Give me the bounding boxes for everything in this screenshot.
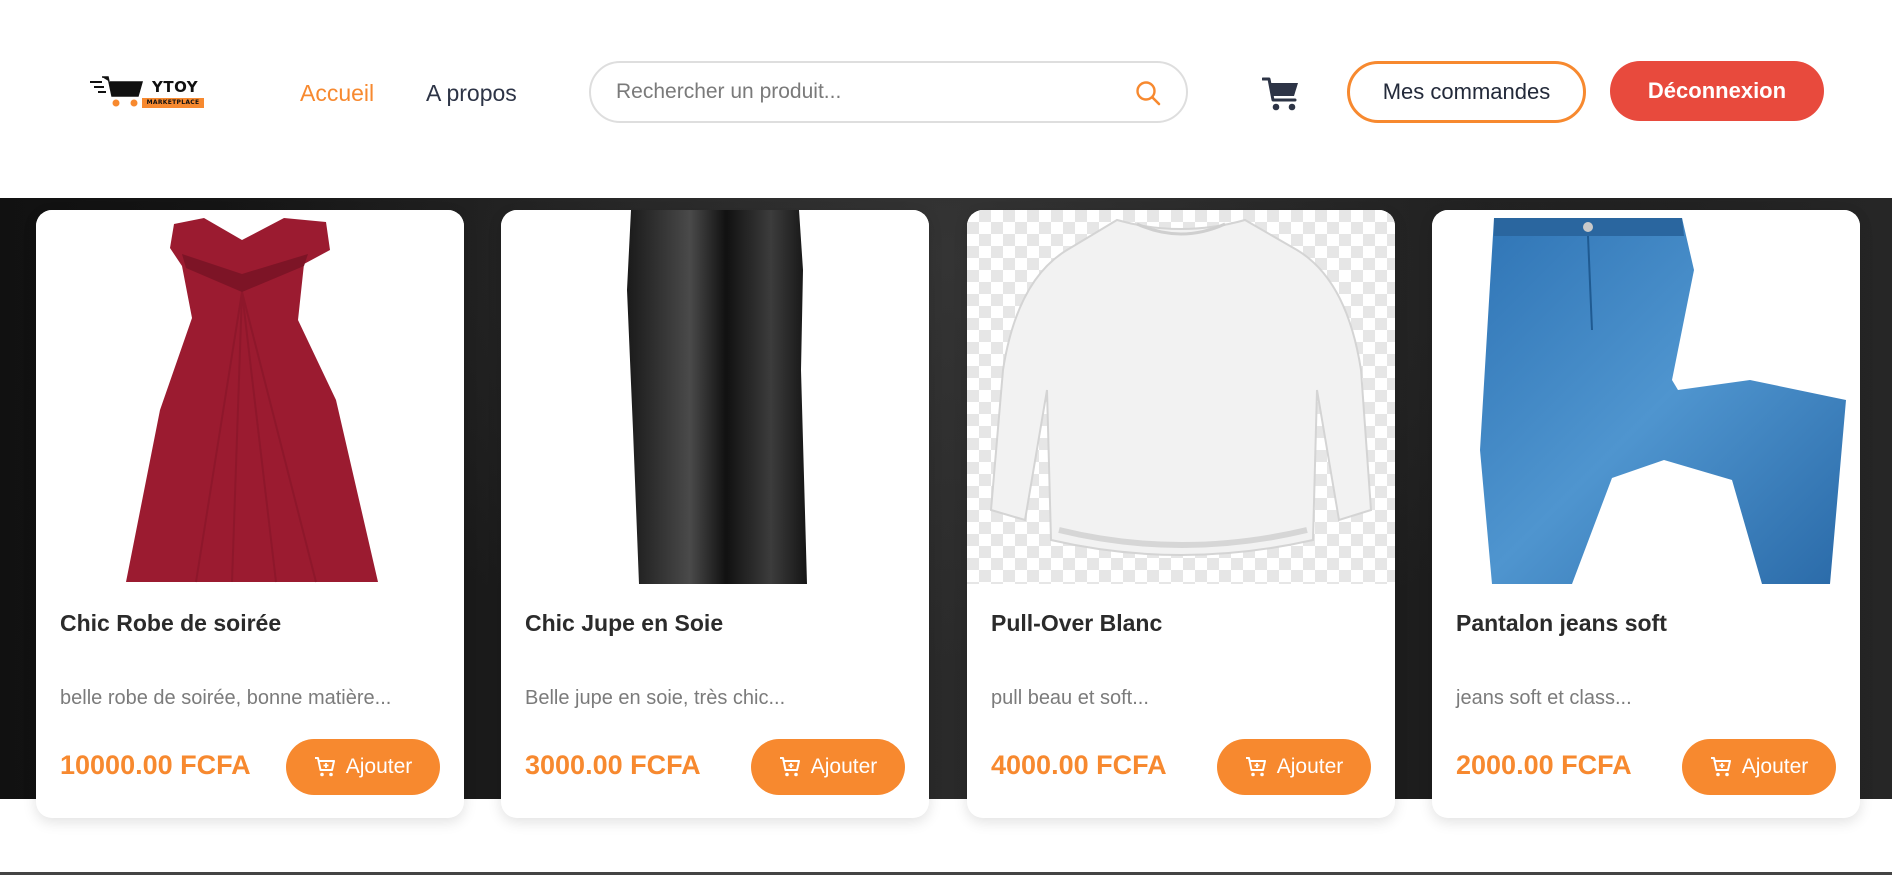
add-cart-icon [314,757,335,777]
add-to-cart-button[interactable]: Ajouter [1217,739,1371,795]
product-name[interactable]: Chic Jupe en Soie [525,610,723,637]
brand-name: YTOY [152,78,199,96]
product-name[interactable]: Pull-Over Blanc [991,610,1162,637]
product-image-blue-jeans[interactable] [1432,210,1860,584]
product-card[interactable]: Pull-Over Blanc pull beau et soft... 400… [967,210,1395,818]
add-to-cart-button[interactable]: Ajouter [751,739,905,795]
product-card[interactable]: Chic Jupe en Soie Belle jupe en soie, tr… [501,210,929,818]
product-image-white-sweater[interactable] [967,210,1395,584]
product-name[interactable]: Pantalon jeans soft [1456,610,1667,637]
product-image-black-silk-skirt[interactable] [501,210,929,584]
product-description: Belle jupe en soie, très chic... [525,687,786,709]
site-header: YTOY MARKETPLACE Accueil A propos Mes co… [0,0,1892,198]
product-name[interactable]: Chic Robe de soirée [60,610,281,637]
nav-link-a-propos[interactable]: A propos [426,78,517,108]
product-price: 3000.00 FCFA [525,750,701,780]
search-icon[interactable] [1134,79,1162,107]
product-image-red-dress[interactable] [36,210,464,584]
brand-logo[interactable]: YTOY MARKETPLACE [90,72,216,112]
logo-cart-icon [90,76,143,107]
add-cart-icon [779,757,800,777]
product-price: 2000.00 FCFA [1456,750,1632,780]
search-bar [589,61,1188,123]
product-description: jeans soft et class... [1456,687,1632,709]
add-button-label: Ajouter [1276,755,1344,778]
my-orders-button[interactable]: Mes commandes [1347,61,1586,123]
logout-button[interactable]: Déconnexion [1610,61,1824,121]
product-price: 4000.00 FCFA [991,750,1167,780]
add-button-label: Ajouter [345,755,413,778]
search-input[interactable] [616,77,1116,107]
product-description: pull beau et soft... [991,687,1149,709]
product-price: 10000.00 FCFA [60,750,251,780]
product-card[interactable]: Chic Robe de soirée belle robe de soirée… [36,210,464,818]
brand-tagline: MARKETPLACE [142,98,204,108]
cart-icon[interactable] [1262,76,1300,112]
add-button-label: Ajouter [810,755,878,778]
add-to-cart-button[interactable]: Ajouter [1682,739,1836,795]
add-cart-icon [1710,757,1731,777]
nav-link-accueil[interactable]: Accueil [300,78,374,108]
add-button-label: Ajouter [1741,755,1809,778]
add-to-cart-button[interactable]: Ajouter [286,739,440,795]
add-cart-icon [1245,757,1266,777]
product-card[interactable]: Pantalon jeans soft jeans soft et class.… [1432,210,1860,818]
product-description: belle robe de soirée, bonne matière... [60,687,392,709]
